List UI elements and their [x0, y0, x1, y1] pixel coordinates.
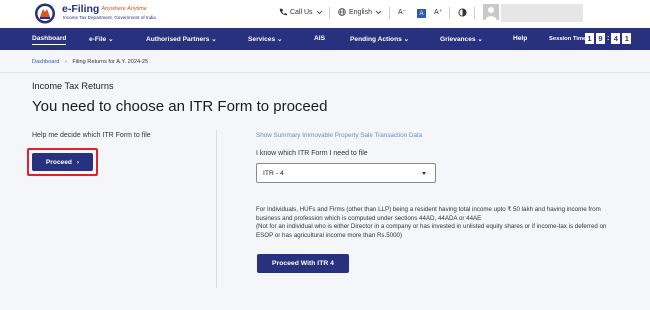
nav-pending-actions[interactable]: Pending Actions ⌄	[350, 35, 409, 43]
itr-description-exclusions: (Not for an individual who is either Dir…	[256, 223, 607, 239]
nav-authorised-partners[interactable]: Authorised Partners ⌄	[146, 35, 217, 43]
nav-grievances[interactable]: Grievances ⌄	[440, 35, 483, 43]
chevron-right-icon: ›	[64, 59, 67, 65]
logo-title[interactable]: e-Filing Anywhere Anytime	[62, 3, 147, 15]
nav-dashboard[interactable]: Dashboard	[32, 35, 67, 45]
breadcrumb-divider	[0, 72, 650, 73]
header-divider	[389, 7, 390, 19]
column-divider	[216, 130, 217, 288]
emblem-icon	[35, 3, 55, 24]
header-divider	[329, 7, 330, 19]
breadcrumb: Dashboard › Filing Returns for A.Y. 2024…	[32, 59, 148, 65]
language-select[interactable]: English	[338, 8, 382, 16]
session-digit: 4	[611, 33, 621, 44]
session-time-label: Session Time	[549, 36, 587, 42]
session-timer: 1 9 : 4 1	[585, 33, 632, 44]
nav-ais[interactable]: AIS	[314, 35, 325, 42]
chevron-down-icon	[422, 172, 426, 175]
chevron-down-icon: ⌄	[276, 36, 283, 43]
user-name-redacted[interactable]	[501, 4, 583, 22]
itr-form-select[interactable]: ITR - 4	[256, 163, 436, 183]
header-divider	[449, 7, 450, 19]
call-us-menu[interactable]: Call Us	[279, 8, 323, 16]
user-avatar-icon[interactable]	[483, 4, 499, 20]
logo-subtitle: Income Tax Department, Government of Ind…	[63, 15, 156, 20]
nav-help[interactable]: Help	[513, 35, 527, 42]
session-digit: 1	[622, 33, 632, 44]
language-label: English	[349, 8, 372, 16]
proceed-with-itr4-button[interactable]: Proceed With ITR 4	[257, 254, 349, 273]
session-digit: 9	[596, 33, 605, 44]
proceed-highlight: Proceed ›	[27, 148, 98, 176]
main-nav: Dashboard e-File ⌄ Authorised Partners ⌄…	[0, 28, 650, 50]
summary-property-link[interactable]: Show Summary Immovable Property Sale Tra…	[256, 132, 422, 139]
session-colon: :	[607, 35, 610, 42]
header-divider	[474, 7, 475, 19]
call-us-label: Call Us	[290, 8, 313, 16]
breadcrumb-current: Filing Returns for A.Y. 2024-25	[72, 59, 149, 65]
nav-services[interactable]: Services ⌄	[248, 35, 283, 43]
itr-form-selected-value: ITR - 4	[263, 169, 284, 177]
proceed-button[interactable]: Proceed ›	[32, 153, 93, 171]
globe-icon	[338, 8, 346, 16]
chevron-down-icon: ⌄	[108, 36, 114, 43]
help-decide-text: Help me decide which ITR Form to file	[32, 132, 151, 139]
page-subtitle: Income Tax Returns	[32, 81, 114, 91]
font-decrease-button[interactable]: A⁻	[398, 8, 406, 16]
nav-efile[interactable]: e-File ⌄	[89, 35, 114, 43]
itr-description-eligibility: For Individuals, HUFs and Firms (other t…	[256, 206, 601, 222]
chevron-down-icon	[316, 10, 322, 14]
top-header: e-Filing Anywhere Anytime Income Tax Depa…	[0, 0, 650, 27]
know-itr-label: I know which ITR Form I need to file	[256, 150, 368, 157]
chevron-right-icon: ›	[76, 158, 80, 166]
phone-icon	[279, 8, 287, 16]
logo-tagline: Anywhere Anytime	[101, 6, 147, 12]
chevron-down-icon: ⌄	[403, 36, 410, 43]
font-increase-button[interactable]: A⁺	[434, 8, 442, 16]
font-default-button[interactable]: A	[417, 9, 426, 18]
chevron-down-icon	[375, 10, 382, 14]
contrast-icon[interactable]	[458, 8, 467, 17]
session-digit: 1	[585, 33, 594, 44]
page-title: You need to choose an ITR Form to procee…	[32, 98, 328, 115]
chevron-down-icon: ⌄	[477, 36, 483, 43]
itr-description: For Individuals, HUFs and Firms (other t…	[256, 206, 616, 240]
proceed-label: Proceed	[45, 158, 72, 166]
breadcrumb-dashboard[interactable]: Dashboard	[32, 59, 59, 65]
chevron-down-icon: ⌄	[211, 36, 217, 43]
